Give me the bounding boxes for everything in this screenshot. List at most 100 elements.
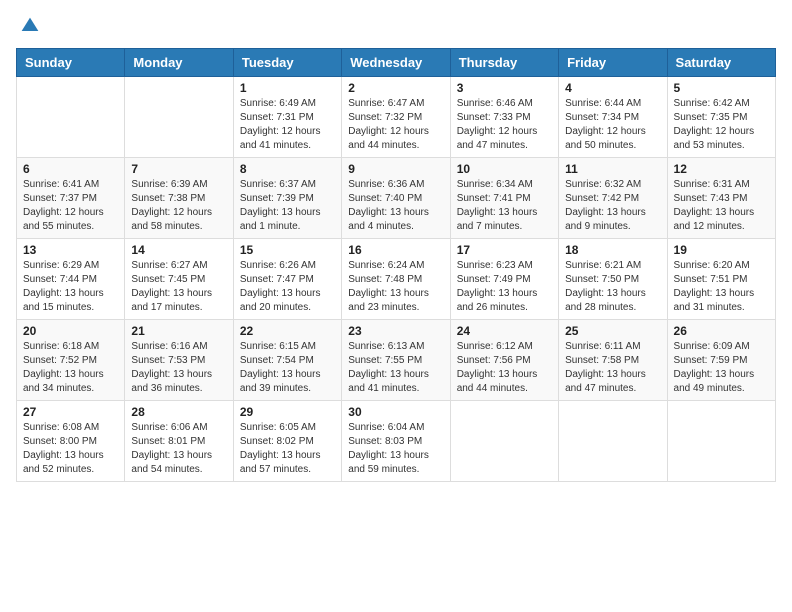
day-number: 8 bbox=[240, 162, 335, 176]
page-header bbox=[16, 16, 776, 36]
calendar-cell: 20 Sunrise: 6:18 AMSunset: 7:52 PMDaylig… bbox=[17, 320, 125, 401]
calendar-cell: 30 Sunrise: 6:04 AMSunset: 8:03 PMDaylig… bbox=[342, 401, 450, 482]
calendar-cell: 25 Sunrise: 6:11 AMSunset: 7:58 PMDaylig… bbox=[559, 320, 667, 401]
day-info: Sunrise: 6:37 AMSunset: 7:39 PMDaylight:… bbox=[240, 178, 335, 234]
day-info: Sunrise: 6:39 AMSunset: 7:38 PMDaylight:… bbox=[131, 178, 226, 234]
calendar-week-row: 6 Sunrise: 6:41 AMSunset: 7:37 PMDayligh… bbox=[17, 158, 776, 239]
day-number: 9 bbox=[348, 162, 443, 176]
day-info: Sunrise: 6:29 AMSunset: 7:44 PMDaylight:… bbox=[23, 259, 118, 315]
calendar-cell: 3 Sunrise: 6:46 AMSunset: 7:33 PMDayligh… bbox=[450, 77, 558, 158]
day-info: Sunrise: 6:11 AMSunset: 7:58 PMDaylight:… bbox=[565, 340, 660, 396]
day-number: 24 bbox=[457, 324, 552, 338]
day-number: 25 bbox=[565, 324, 660, 338]
calendar-cell: 23 Sunrise: 6:13 AMSunset: 7:55 PMDaylig… bbox=[342, 320, 450, 401]
day-number: 10 bbox=[457, 162, 552, 176]
day-info: Sunrise: 6:09 AMSunset: 7:59 PMDaylight:… bbox=[674, 340, 769, 396]
day-info: Sunrise: 6:47 AMSunset: 7:32 PMDaylight:… bbox=[348, 97, 443, 153]
calendar-cell: 13 Sunrise: 6:29 AMSunset: 7:44 PMDaylig… bbox=[17, 239, 125, 320]
calendar-cell: 12 Sunrise: 6:31 AMSunset: 7:43 PMDaylig… bbox=[667, 158, 775, 239]
calendar-week-row: 20 Sunrise: 6:18 AMSunset: 7:52 PMDaylig… bbox=[17, 320, 776, 401]
calendar-cell: 7 Sunrise: 6:39 AMSunset: 7:38 PMDayligh… bbox=[125, 158, 233, 239]
day-info: Sunrise: 6:34 AMSunset: 7:41 PMDaylight:… bbox=[457, 178, 552, 234]
weekday-header-monday: Monday bbox=[125, 49, 233, 77]
day-info: Sunrise: 6:32 AMSunset: 7:42 PMDaylight:… bbox=[565, 178, 660, 234]
calendar-cell: 16 Sunrise: 6:24 AMSunset: 7:48 PMDaylig… bbox=[342, 239, 450, 320]
day-number: 7 bbox=[131, 162, 226, 176]
logo bbox=[16, 16, 40, 36]
day-info: Sunrise: 6:18 AMSunset: 7:52 PMDaylight:… bbox=[23, 340, 118, 396]
weekday-header-friday: Friday bbox=[559, 49, 667, 77]
day-info: Sunrise: 6:26 AMSunset: 7:47 PMDaylight:… bbox=[240, 259, 335, 315]
day-info: Sunrise: 6:20 AMSunset: 7:51 PMDaylight:… bbox=[674, 259, 769, 315]
day-number: 26 bbox=[674, 324, 769, 338]
calendar-week-row: 13 Sunrise: 6:29 AMSunset: 7:44 PMDaylig… bbox=[17, 239, 776, 320]
calendar-table: SundayMondayTuesdayWednesdayThursdayFrid… bbox=[16, 48, 776, 482]
calendar-cell: 1 Sunrise: 6:49 AMSunset: 7:31 PMDayligh… bbox=[233, 77, 341, 158]
day-info: Sunrise: 6:08 AMSunset: 8:00 PMDaylight:… bbox=[23, 421, 118, 477]
calendar-week-row: 27 Sunrise: 6:08 AMSunset: 8:00 PMDaylig… bbox=[17, 401, 776, 482]
day-number: 5 bbox=[674, 81, 769, 95]
weekday-header-saturday: Saturday bbox=[667, 49, 775, 77]
day-number: 11 bbox=[565, 162, 660, 176]
day-info: Sunrise: 6:24 AMSunset: 7:48 PMDaylight:… bbox=[348, 259, 443, 315]
day-info: Sunrise: 6:46 AMSunset: 7:33 PMDaylight:… bbox=[457, 97, 552, 153]
calendar-week-row: 1 Sunrise: 6:49 AMSunset: 7:31 PMDayligh… bbox=[17, 77, 776, 158]
day-number: 12 bbox=[674, 162, 769, 176]
day-info: Sunrise: 6:42 AMSunset: 7:35 PMDaylight:… bbox=[674, 97, 769, 153]
day-number: 2 bbox=[348, 81, 443, 95]
day-number: 21 bbox=[131, 324, 226, 338]
calendar-cell: 5 Sunrise: 6:42 AMSunset: 7:35 PMDayligh… bbox=[667, 77, 775, 158]
day-number: 1 bbox=[240, 81, 335, 95]
calendar-header-row: SundayMondayTuesdayWednesdayThursdayFrid… bbox=[17, 49, 776, 77]
day-info: Sunrise: 6:36 AMSunset: 7:40 PMDaylight:… bbox=[348, 178, 443, 234]
day-number: 30 bbox=[348, 405, 443, 419]
weekday-header-wednesday: Wednesday bbox=[342, 49, 450, 77]
calendar-cell: 14 Sunrise: 6:27 AMSunset: 7:45 PMDaylig… bbox=[125, 239, 233, 320]
day-info: Sunrise: 6:41 AMSunset: 7:37 PMDaylight:… bbox=[23, 178, 118, 234]
weekday-header-tuesday: Tuesday bbox=[233, 49, 341, 77]
weekday-header-sunday: Sunday bbox=[17, 49, 125, 77]
day-number: 3 bbox=[457, 81, 552, 95]
calendar-cell: 26 Sunrise: 6:09 AMSunset: 7:59 PMDaylig… bbox=[667, 320, 775, 401]
day-number: 13 bbox=[23, 243, 118, 257]
calendar-cell: 8 Sunrise: 6:37 AMSunset: 7:39 PMDayligh… bbox=[233, 158, 341, 239]
calendar-cell: 18 Sunrise: 6:21 AMSunset: 7:50 PMDaylig… bbox=[559, 239, 667, 320]
day-info: Sunrise: 6:12 AMSunset: 7:56 PMDaylight:… bbox=[457, 340, 552, 396]
day-number: 22 bbox=[240, 324, 335, 338]
logo-icon bbox=[20, 16, 40, 36]
day-info: Sunrise: 6:21 AMSunset: 7:50 PMDaylight:… bbox=[565, 259, 660, 315]
day-info: Sunrise: 6:15 AMSunset: 7:54 PMDaylight:… bbox=[240, 340, 335, 396]
day-info: Sunrise: 6:06 AMSunset: 8:01 PMDaylight:… bbox=[131, 421, 226, 477]
day-info: Sunrise: 6:23 AMSunset: 7:49 PMDaylight:… bbox=[457, 259, 552, 315]
calendar-cell: 10 Sunrise: 6:34 AMSunset: 7:41 PMDaylig… bbox=[450, 158, 558, 239]
calendar-cell: 17 Sunrise: 6:23 AMSunset: 7:49 PMDaylig… bbox=[450, 239, 558, 320]
day-info: Sunrise: 6:49 AMSunset: 7:31 PMDaylight:… bbox=[240, 97, 335, 153]
calendar-cell bbox=[450, 401, 558, 482]
day-info: Sunrise: 6:05 AMSunset: 8:02 PMDaylight:… bbox=[240, 421, 335, 477]
calendar-cell: 19 Sunrise: 6:20 AMSunset: 7:51 PMDaylig… bbox=[667, 239, 775, 320]
calendar-cell bbox=[667, 401, 775, 482]
calendar-cell: 9 Sunrise: 6:36 AMSunset: 7:40 PMDayligh… bbox=[342, 158, 450, 239]
calendar-cell bbox=[17, 77, 125, 158]
day-number: 29 bbox=[240, 405, 335, 419]
day-number: 4 bbox=[565, 81, 660, 95]
day-info: Sunrise: 6:13 AMSunset: 7:55 PMDaylight:… bbox=[348, 340, 443, 396]
day-number: 23 bbox=[348, 324, 443, 338]
calendar-cell bbox=[559, 401, 667, 482]
day-number: 6 bbox=[23, 162, 118, 176]
calendar-cell: 11 Sunrise: 6:32 AMSunset: 7:42 PMDaylig… bbox=[559, 158, 667, 239]
day-number: 20 bbox=[23, 324, 118, 338]
calendar-cell: 2 Sunrise: 6:47 AMSunset: 7:32 PMDayligh… bbox=[342, 77, 450, 158]
calendar-cell: 24 Sunrise: 6:12 AMSunset: 7:56 PMDaylig… bbox=[450, 320, 558, 401]
day-number: 27 bbox=[23, 405, 118, 419]
calendar-cell: 6 Sunrise: 6:41 AMSunset: 7:37 PMDayligh… bbox=[17, 158, 125, 239]
weekday-header-thursday: Thursday bbox=[450, 49, 558, 77]
calendar-cell: 22 Sunrise: 6:15 AMSunset: 7:54 PMDaylig… bbox=[233, 320, 341, 401]
day-info: Sunrise: 6:04 AMSunset: 8:03 PMDaylight:… bbox=[348, 421, 443, 477]
day-info: Sunrise: 6:27 AMSunset: 7:45 PMDaylight:… bbox=[131, 259, 226, 315]
calendar-cell: 27 Sunrise: 6:08 AMSunset: 8:00 PMDaylig… bbox=[17, 401, 125, 482]
day-number: 28 bbox=[131, 405, 226, 419]
calendar-cell bbox=[125, 77, 233, 158]
calendar-cell: 28 Sunrise: 6:06 AMSunset: 8:01 PMDaylig… bbox=[125, 401, 233, 482]
calendar-cell: 21 Sunrise: 6:16 AMSunset: 7:53 PMDaylig… bbox=[125, 320, 233, 401]
